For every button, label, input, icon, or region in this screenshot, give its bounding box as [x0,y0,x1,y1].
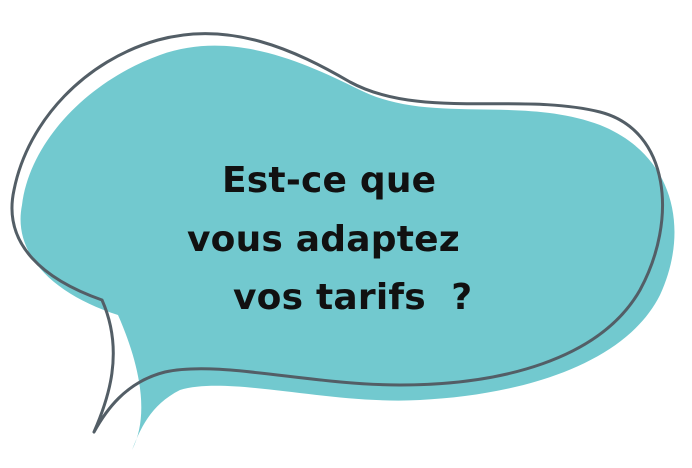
question-line-3: vos tarifs ? [233,277,473,318]
question-line-1: Est-ce que [222,160,437,201]
question-line-2: vous adaptez [187,219,460,260]
